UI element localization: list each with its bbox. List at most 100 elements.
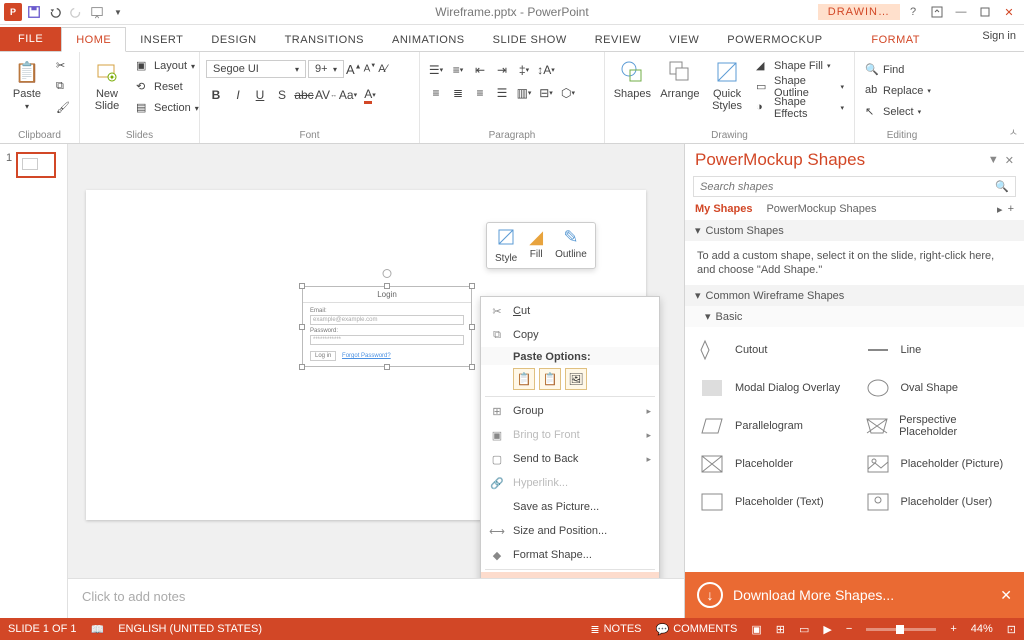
panel-search[interactable]: 🔍: [693, 176, 1016, 197]
font-color-button[interactable]: A▾: [360, 85, 380, 105]
font-name-combo[interactable]: Segoe UI▾: [206, 60, 306, 78]
smartart-button[interactable]: ⬡▾: [558, 83, 578, 103]
format-painter-button[interactable]: 🖌: [52, 98, 74, 118]
shape-line[interactable]: Line: [855, 331, 1021, 369]
tab-animations[interactable]: ANIMATIONS: [378, 28, 479, 51]
shape-perspective[interactable]: Perspective Placeholder: [855, 407, 1021, 445]
tab-insert[interactable]: INSERT: [126, 28, 197, 51]
section-button[interactable]: ▤Section▾: [132, 98, 203, 118]
shape-fill-button[interactable]: ◢Shape Fill▾: [752, 56, 848, 76]
ctx-size-position[interactable]: ⟷Size and Position...: [481, 519, 659, 543]
tab-view[interactable]: VIEW: [655, 28, 713, 51]
status-comments[interactable]: 💬 COMMENTS: [656, 623, 738, 636]
qat-dropdown-icon[interactable]: ▼: [109, 3, 127, 21]
shape-placeholder[interactable]: Placeholder: [689, 445, 855, 483]
copy-button[interactable]: ⧉: [52, 77, 74, 97]
status-spell-icon[interactable]: 📖: [90, 623, 104, 636]
tab-file[interactable]: FILE: [0, 27, 61, 51]
shape-parallelogram[interactable]: Parallelogram: [689, 407, 855, 445]
ctx-copy[interactable]: ⧉Copy: [481, 323, 659, 347]
shrink-font-icon[interactable]: A▼: [364, 63, 377, 74]
shape-outline-button[interactable]: ▭Shape Outline▾: [752, 77, 848, 97]
login-wireframe-shape[interactable]: Login Email:example@example.com Password…: [302, 286, 472, 367]
select-button[interactable]: ↖Select▾: [861, 102, 943, 122]
char-spacing-button[interactable]: AV↔: [316, 85, 336, 105]
view-slideshow-icon[interactable]: ▶: [823, 623, 831, 636]
italic-button[interactable]: I: [228, 85, 248, 105]
tab-review[interactable]: REVIEW: [581, 28, 655, 51]
shape-modal[interactable]: Modal Dialog Overlay: [689, 369, 855, 407]
ctx-format-shape[interactable]: ◆Format Shape...: [481, 543, 659, 567]
text-direction-button[interactable]: ↕A▾: [536, 60, 556, 80]
slide-canvas[interactable]: Login Email:example@example.com Password…: [68, 144, 684, 618]
dec-indent-button[interactable]: ⇤: [470, 60, 490, 80]
save-icon[interactable]: [25, 3, 43, 21]
ctx-group[interactable]: ⊞Group▸: [481, 399, 659, 423]
search-input[interactable]: [700, 181, 995, 193]
mini-style-button[interactable]: Style: [491, 227, 521, 264]
status-language[interactable]: ENGLISH (UNITED STATES): [118, 623, 262, 635]
zoom-slider[interactable]: [866, 628, 936, 631]
reset-button[interactable]: ⟲Reset: [132, 77, 203, 97]
ctx-bring-front[interactable]: ▣Bring to Front▸: [481, 423, 659, 447]
start-show-icon[interactable]: [88, 3, 106, 21]
panel-add-icon[interactable]: +: [1008, 203, 1014, 216]
view-sorter-icon[interactable]: ⊞: [776, 623, 785, 636]
status-notes[interactable]: ≣ NOTES: [590, 623, 641, 636]
font-size-combo[interactable]: 9+▾: [308, 60, 344, 78]
ctx-save-picture[interactable]: Save as Picture...: [481, 495, 659, 519]
mini-fill-button[interactable]: ◢Fill: [525, 227, 547, 264]
shape-placeholder-pic[interactable]: Placeholder (Picture): [855, 445, 1021, 483]
tab-home[interactable]: HOME: [61, 27, 126, 52]
align-text-button[interactable]: ⊟▾: [536, 83, 556, 103]
maximize-icon[interactable]: [974, 2, 996, 22]
ctx-send-back[interactable]: ▢Send to Back▸: [481, 447, 659, 471]
rotate-handle[interactable]: [383, 269, 392, 278]
shape-placeholder-user[interactable]: Placeholder (User): [855, 483, 1021, 521]
ctx-hyperlink[interactable]: 🔗Hyperlink...: [481, 471, 659, 495]
panel-tab-pmshapes[interactable]: PowerMockup Shapes: [766, 203, 876, 216]
change-case-button[interactable]: Aa▾: [338, 85, 358, 105]
paste-picture[interactable]: 🖼: [565, 368, 587, 390]
justify-button[interactable]: ☰: [492, 83, 512, 103]
status-slide[interactable]: SLIDE 1 OF 1: [8, 623, 76, 635]
tab-design[interactable]: DESIGN: [197, 28, 270, 51]
strike-button[interactable]: abc: [294, 85, 314, 105]
shadow-button[interactable]: S: [272, 85, 292, 105]
tab-slideshow[interactable]: SLIDE SHOW: [479, 28, 581, 51]
download-shapes-button[interactable]: ↓ Download More Shapes... ✕: [685, 572, 1024, 618]
sec-basic[interactable]: ▾ Basic: [685, 306, 1024, 327]
tab-transitions[interactable]: TRANSITIONS: [271, 28, 378, 51]
inc-indent-button[interactable]: ⇥: [492, 60, 512, 80]
underline-button[interactable]: U: [250, 85, 270, 105]
help-icon[interactable]: ?: [902, 2, 924, 22]
numbering-button[interactable]: ≡▾: [448, 60, 468, 80]
ctx-cut[interactable]: ✂Cut: [481, 299, 659, 323]
layout-button[interactable]: ▣Layout▾: [132, 56, 203, 76]
find-button[interactable]: 🔍Find: [861, 60, 943, 80]
shape-cutout[interactable]: Cutout: [689, 331, 855, 369]
align-center-button[interactable]: ≣: [448, 83, 468, 103]
ribbon-options-icon[interactable]: [926, 2, 948, 22]
zoom-in-icon[interactable]: +: [950, 623, 956, 635]
align-right-button[interactable]: ≡: [470, 83, 490, 103]
line-spacing-button[interactable]: ‡▾: [514, 60, 534, 80]
cut-button[interactable]: ✂: [52, 56, 74, 76]
tab-format[interactable]: FORMAT: [857, 28, 934, 51]
view-reading-icon[interactable]: ▭: [799, 623, 809, 636]
panel-menu-icon[interactable]: ▼: [988, 154, 999, 167]
fit-window-icon[interactable]: ⊡: [1007, 623, 1016, 636]
zoom-out-icon[interactable]: −: [846, 623, 852, 635]
close-icon[interactable]: ✕: [998, 2, 1020, 22]
align-left-button[interactable]: ≡: [426, 83, 446, 103]
slide-thumb-1[interactable]: 1: [6, 152, 61, 178]
panel-close-icon[interactable]: ✕: [1005, 154, 1014, 167]
tab-powermockup[interactable]: POWERMOCKUP: [713, 28, 836, 51]
undo-icon[interactable]: [46, 3, 64, 21]
bullets-button[interactable]: ☰▾: [426, 60, 446, 80]
replace-button[interactable]: abReplace▾: [861, 81, 943, 101]
mini-outline-button[interactable]: ✎Outline: [551, 227, 591, 264]
search-icon[interactable]: 🔍: [995, 180, 1009, 193]
download-close-icon[interactable]: ✕: [1000, 587, 1012, 604]
sec-custom[interactable]: ▾ Custom Shapes: [685, 220, 1024, 241]
